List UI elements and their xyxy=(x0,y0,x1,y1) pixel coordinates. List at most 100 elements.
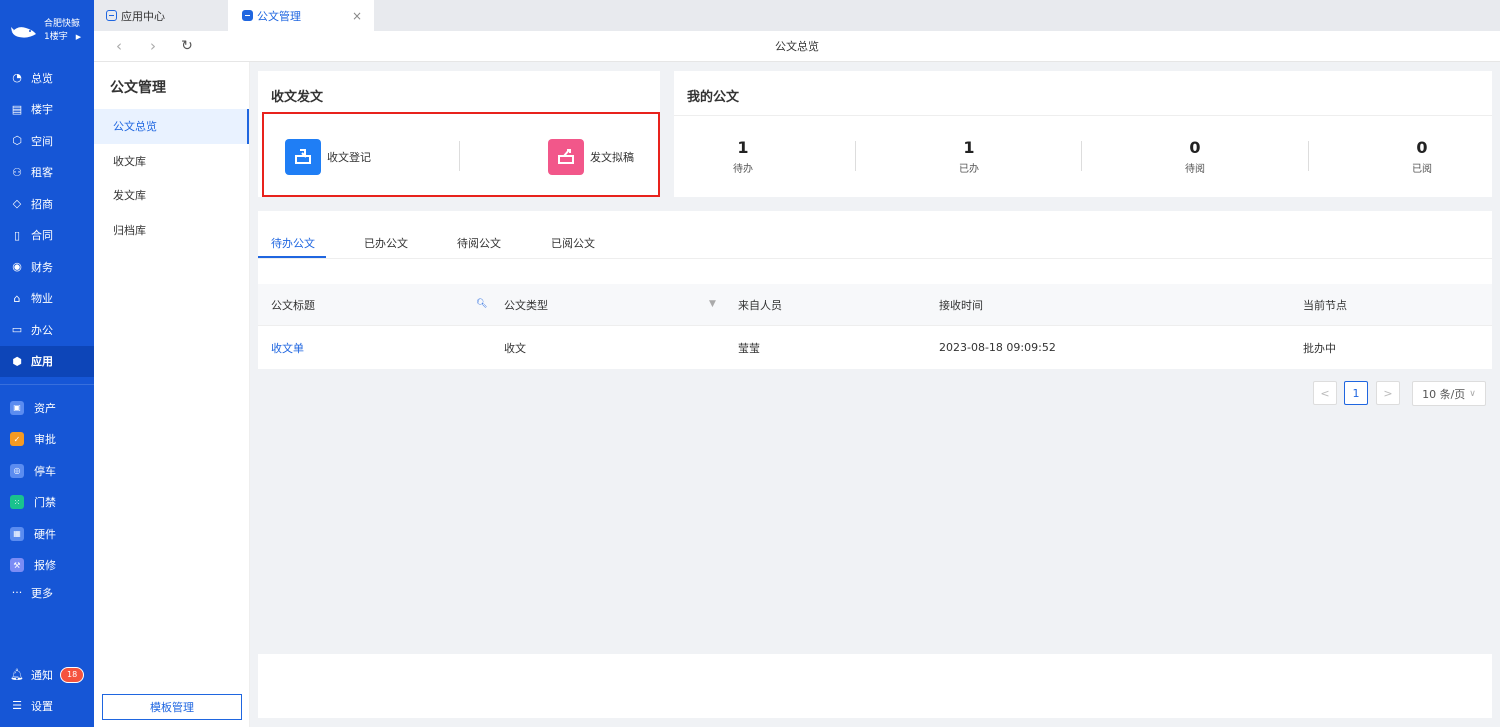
send-receive-card: 收文发文 收文登记 发文拟稿 xyxy=(258,71,660,197)
nav-item-property[interactable]: ⌂ 物业 xyxy=(0,283,94,315)
receive-register-button[interactable]: 收文登记 xyxy=(285,139,371,175)
table-header: 公文标题 🔍︎ 公文类型 ▼ 来自人员 接收时间 当前节点 xyxy=(258,284,1492,326)
tab-done-docs[interactable]: 已办公文 xyxy=(364,235,408,251)
nav-item-building[interactable]: ▤ 楼宇 xyxy=(0,94,94,126)
stat-read[interactable]: 0 已阅 xyxy=(1392,138,1452,175)
main-sidebar: 合肥快鲸 1楼宇 ▶ ◔ 总览 ▤ 楼宇 ⬡ 空间 ⚇ 租客 ◇ 招商 ▯ 合同 ◉ 财务 ⌂ 物… xyxy=(0,0,94,727)
module-sidebar: 公文管理 公文总览 收文库 发文库 归档库 模板管理 xyxy=(94,62,250,727)
forward-icon[interactable]: › xyxy=(136,37,170,55)
doc-title-link[interactable]: 收文单 xyxy=(271,326,304,369)
doc-tab-icon xyxy=(242,10,253,21)
tab-to-read-docs[interactable]: 待阅公文 xyxy=(457,235,501,251)
nav-app-assets[interactable]: ▣ 资产 xyxy=(0,392,94,424)
my-documents-card: 我的公文 1 待办 1 已办 0 待阅 0 已阅 xyxy=(674,71,1492,197)
divider xyxy=(459,141,460,171)
next-page-button[interactable]: > xyxy=(1376,381,1400,405)
document-tabs: 待办公文 已办公文 待阅公文 已阅公文 xyxy=(258,211,1492,259)
sub-item-overview[interactable]: 公文总览 xyxy=(94,109,249,144)
column-header-title: 公文标题 xyxy=(271,298,315,312)
nav-item-office[interactable]: ▭ 办公 xyxy=(0,314,94,346)
divider xyxy=(674,115,1492,116)
outbox-tray-icon xyxy=(548,139,584,175)
draft-document-button[interactable]: 发文拟稿 xyxy=(548,139,634,175)
nav-notifications[interactable]: 🔔︎ 通知 18 xyxy=(0,659,94,690)
caret-right-icon: ▶ xyxy=(75,33,82,41)
notification-badge: 18 xyxy=(60,666,85,683)
sub-item-outbox[interactable]: 发文库 xyxy=(94,178,249,213)
tab-pending-docs[interactable]: 待办公文 xyxy=(271,235,315,251)
divider xyxy=(1308,141,1309,171)
page-size-select[interactable]: 10 条/页 ∨ xyxy=(1412,381,1486,406)
doc-sender: 莹莹 xyxy=(738,341,760,355)
nav-app-hardware[interactable]: ▦ 硬件 xyxy=(0,518,94,550)
brand-switcher[interactable]: 合肥快鲸 1楼宇 ▶ xyxy=(0,0,94,62)
asset-icon: ▣ xyxy=(10,400,24,415)
parking-icon: ◎ xyxy=(10,463,24,478)
document-list-card: 待办公文 已办公文 待阅公文 已阅公文 公文标题 🔍︎ 公文类型 ▼ 来自人员 … xyxy=(258,211,1492,369)
app-cube-icon: ⬢ xyxy=(12,354,22,368)
home-icon: ⌂ xyxy=(13,291,21,305)
nav-settings[interactable]: ☰ 设置 xyxy=(0,690,94,721)
column-header-type: 公文类型 xyxy=(504,298,548,312)
template-management-button[interactable]: 模板管理 xyxy=(102,694,242,720)
tab-read-docs[interactable]: 已阅公文 xyxy=(551,235,595,251)
repair-icon: ⚒ xyxy=(10,558,24,573)
nav-item-overview[interactable]: ◔ 总览 xyxy=(0,62,94,94)
approval-icon: ✓ xyxy=(10,432,24,447)
users-icon: ⚇ xyxy=(12,165,22,179)
building-name: 1楼宇 xyxy=(44,32,68,42)
tab-document-management[interactable]: 公文管理 × xyxy=(228,0,374,31)
bottom-panel xyxy=(258,654,1492,718)
hardware-icon: ▦ xyxy=(10,526,24,541)
prev-page-button[interactable]: < xyxy=(1313,381,1337,405)
active-tab-indicator xyxy=(258,256,326,258)
contract-icon: ▯ xyxy=(13,228,21,242)
nav-item-finance[interactable]: ◉ 财务 xyxy=(0,251,94,283)
app-tab-icon xyxy=(106,10,117,21)
close-tab-icon[interactable]: × xyxy=(352,9,362,23)
doc-received-time: 2023-08-18 09:09:52 xyxy=(939,341,1056,354)
company-name: 合肥快鲸 xyxy=(44,19,81,29)
nav-app-access[interactable]: ⁙ 门禁 xyxy=(0,487,94,519)
tag-icon: ◇ xyxy=(12,197,22,211)
nav-item-space[interactable]: ⬡ 空间 xyxy=(0,125,94,157)
sub-item-archive[interactable]: 归档库 xyxy=(94,213,249,248)
doc-current-node: 批办中 xyxy=(1303,341,1336,355)
search-icon[interactable]: 🔍︎ xyxy=(476,299,487,309)
chevron-down-icon: ∨ xyxy=(1469,388,1476,399)
filter-icon[interactable]: ▼ xyxy=(709,299,716,309)
nav-app-more[interactable]: ··· 更多 xyxy=(0,577,94,609)
back-icon[interactable]: ‹ xyxy=(102,37,136,55)
nav-item-apps[interactable]: ⬢ 应用 xyxy=(0,345,94,377)
nav-app-approval[interactable]: ✓ 审批 xyxy=(0,424,94,456)
card-title: 收文发文 xyxy=(271,90,324,105)
inbox-tray-icon xyxy=(285,139,321,175)
table-row: 收文单 收文 莹莹 2023-08-18 09:09:52 批办中 xyxy=(258,326,1492,369)
page-number-button[interactable]: 1 xyxy=(1344,381,1368,405)
monitor-icon: ▭ xyxy=(11,323,23,337)
tab-app-center[interactable]: 应用中心 xyxy=(106,0,228,31)
sub-item-inbox[interactable]: 收文库 xyxy=(94,144,249,179)
dashboard-icon: ◔ xyxy=(12,71,22,85)
coin-icon: ◉ xyxy=(12,260,22,274)
bell-icon: 🔔︎ xyxy=(10,668,24,681)
divider xyxy=(1081,141,1082,171)
refresh-icon[interactable]: ↻ xyxy=(170,38,204,54)
whale-logo-icon xyxy=(11,27,36,38)
column-header-sender: 来自人员 xyxy=(738,298,782,312)
page-navigation-bar: ‹ › ↻ 公文总览 xyxy=(94,31,1500,62)
building-icon: ▤ xyxy=(11,102,23,116)
nav-app-parking[interactable]: ◎ 停车 xyxy=(0,455,94,487)
tab-bar: 应用中心 公文管理 × xyxy=(94,0,1500,31)
nav-item-contract[interactable]: ▯ 合同 xyxy=(0,220,94,252)
menu-icon: ☰ xyxy=(12,699,22,712)
doc-type: 收文 xyxy=(504,341,526,355)
nav-item-leasing[interactable]: ◇ 招商 xyxy=(0,188,94,220)
stat-done[interactable]: 1 已办 xyxy=(939,138,999,175)
stat-pending[interactable]: 1 待办 xyxy=(713,138,773,175)
more-icon: ··· xyxy=(11,586,23,600)
stat-to-read[interactable]: 0 待阅 xyxy=(1165,138,1225,175)
column-header-current-node: 当前节点 xyxy=(1303,298,1347,312)
access-control-icon: ⁙ xyxy=(10,495,24,510)
nav-item-tenant[interactable]: ⚇ 租客 xyxy=(0,157,94,189)
